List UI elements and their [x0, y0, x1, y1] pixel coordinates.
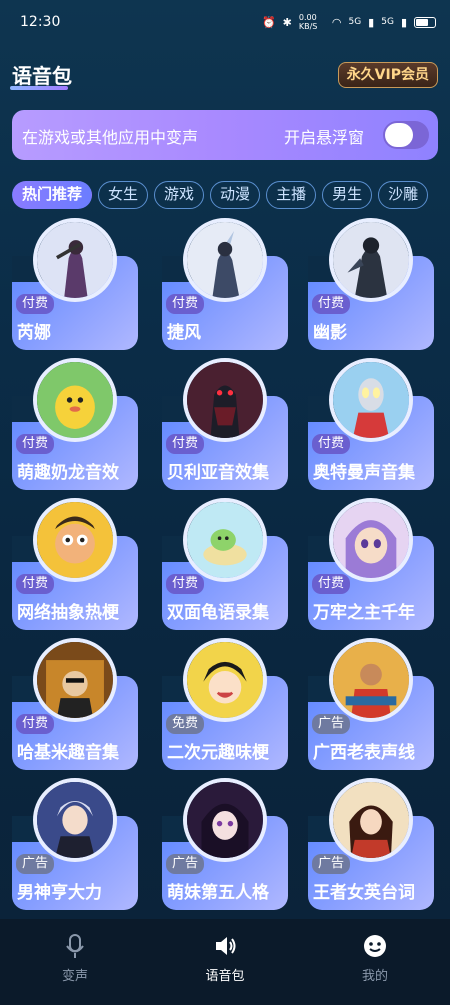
card-tag: 广告	[312, 854, 351, 874]
signal-2: 5G	[381, 17, 394, 27]
card-tag: 付费	[16, 574, 55, 594]
signal-icon: ▮	[368, 15, 375, 29]
card-name: 萌趣奶龙音效	[17, 463, 119, 483]
voice-card[interactable]: 广告 广西老表声线	[308, 638, 434, 770]
card-avatar	[329, 218, 413, 302]
nav-mine[interactable]: 我的	[325, 933, 425, 984]
card-tag: 付费	[312, 294, 351, 314]
nav-voice-pack[interactable]: 语音包	[175, 933, 275, 984]
nav-voice-change[interactable]: 变声	[25, 933, 125, 984]
card-name: 广西老表声线	[313, 743, 415, 763]
card-avatar	[183, 358, 267, 442]
tab-funny[interactable]: 沙雕	[378, 181, 429, 209]
voice-card[interactable]: 付费 萌趣奶龙音效	[12, 358, 138, 490]
card-name: 万牢之主千年	[313, 603, 415, 623]
tab-hot[interactable]: 热门推荐	[12, 181, 93, 209]
tab-streamer[interactable]: 主播	[266, 181, 317, 209]
card-avatar	[329, 498, 413, 582]
card-avatar	[183, 638, 267, 722]
tab-anime[interactable]: 动漫	[210, 181, 261, 209]
voice-card[interactable]: 广告 萌妹第五人格	[162, 778, 288, 910]
card-avatar	[329, 358, 413, 442]
page-title: 语音包	[12, 64, 72, 88]
toggle-knob	[385, 123, 413, 147]
floating-window-bar[interactable]: 在游戏或其他应用中变声 开启悬浮窗	[12, 110, 438, 160]
network-speed: 0.00 KB/S	[298, 13, 318, 31]
card-avatar	[183, 778, 267, 862]
card-name: 网络抽象热梗	[17, 603, 119, 623]
bluetooth-icon: ✱	[282, 15, 292, 29]
status-time: 12:30	[20, 14, 61, 30]
card-tag: 付费	[312, 574, 351, 594]
card-name: 男神亨大力	[17, 883, 102, 903]
card-name: 贝利亚音效集	[167, 463, 269, 483]
card-name: 二次元趣味梗	[167, 743, 269, 763]
nav-mine-label: 我的	[361, 969, 388, 984]
floating-window-desc: 在游戏或其他应用中变声	[22, 128, 199, 147]
card-avatar	[329, 778, 413, 862]
tab-game[interactable]: 游戏	[154, 181, 205, 209]
voice-card[interactable]: 付费 芮娜	[12, 218, 138, 350]
floating-window-label: 开启悬浮窗	[284, 128, 365, 147]
card-avatar	[33, 638, 117, 722]
nav-voice-change-label: 变声	[61, 969, 88, 984]
card-tag: 付费	[166, 574, 205, 594]
card-avatar	[33, 778, 117, 862]
title-underline	[10, 86, 68, 90]
card-avatar	[33, 358, 117, 442]
alarm-icon: ⏰	[261, 15, 276, 29]
status-bar: 12:30 ⏰ ✱ 0.00 KB/S ◠ 5G ▮ 5G ▮	[0, 0, 450, 44]
card-name: 哈基米趣音集	[17, 743, 119, 763]
card-tag: 付费	[166, 294, 205, 314]
voice-card[interactable]: 付费 万牢之主千年	[308, 498, 434, 630]
nav-voice-pack-label: 语音包	[205, 969, 245, 984]
card-avatar	[33, 218, 117, 302]
voice-card[interactable]: 付费 贝利亚音效集	[162, 358, 288, 490]
card-name: 双面龟语录集	[167, 603, 269, 623]
voice-card[interactable]: 付费 幽影	[308, 218, 434, 350]
vip-badge[interactable]: 永久VIP会员	[337, 62, 438, 88]
card-name: 王者女英台词	[313, 883, 415, 903]
signal-icon-2: ▮	[400, 15, 407, 29]
signal-1: 5G	[348, 17, 362, 27]
voice-card[interactable]: 付费 奥特曼声音集	[308, 358, 434, 490]
voice-card[interactable]: 免费 二次元趣味梗	[162, 638, 288, 770]
card-tag: 付费	[16, 714, 55, 734]
voice-card[interactable]: 广告 男神亨大力	[12, 778, 138, 910]
card-tag: 付费	[16, 434, 55, 454]
floating-window-toggle[interactable]	[383, 121, 429, 149]
card-name: 奥特曼声音集	[313, 463, 415, 483]
battery-icon	[414, 16, 436, 28]
tab-male[interactable]: 男生	[322, 181, 373, 209]
card-name: 芮娜	[17, 323, 51, 343]
voice-card[interactable]: 付费 哈基米趣音集	[12, 638, 138, 770]
card-tag: 免费	[166, 714, 205, 734]
card-tag: 广告	[312, 714, 351, 734]
category-tabs: 热门推荐 女生 游戏 动漫 主播 男生 沙雕	[12, 181, 429, 209]
card-name: 捷风	[167, 323, 201, 343]
voice-card[interactable]: 付费 捷风	[162, 218, 288, 350]
card-tag: 广告	[166, 854, 205, 874]
card-avatar	[33, 498, 117, 582]
card-avatar	[183, 218, 267, 302]
smiley-icon	[364, 935, 386, 957]
card-tag: 付费	[312, 434, 351, 454]
bottom-nav: 变声 语音包 我的	[0, 919, 450, 1005]
card-avatar	[329, 638, 413, 722]
voice-card[interactable]: 付费 双面龟语录集	[162, 498, 288, 630]
card-tag: 付费	[16, 294, 55, 314]
card-avatar	[183, 498, 267, 582]
card-tag: 付费	[166, 434, 205, 454]
speaker-icon	[216, 937, 236, 955]
wifi-icon: ◠	[331, 15, 342, 29]
tab-female[interactable]: 女生	[98, 181, 149, 209]
card-tag: 广告	[16, 854, 55, 874]
card-name: 萌妹第五人格	[167, 883, 269, 903]
microphone-icon	[66, 934, 84, 958]
header: 语音包 永久VIP会员	[0, 58, 450, 94]
card-name: 幽影	[313, 323, 347, 343]
voice-card[interactable]: 付费 网络抽象热梗	[12, 498, 138, 630]
voice-card[interactable]: 广告 王者女英台词	[308, 778, 434, 910]
